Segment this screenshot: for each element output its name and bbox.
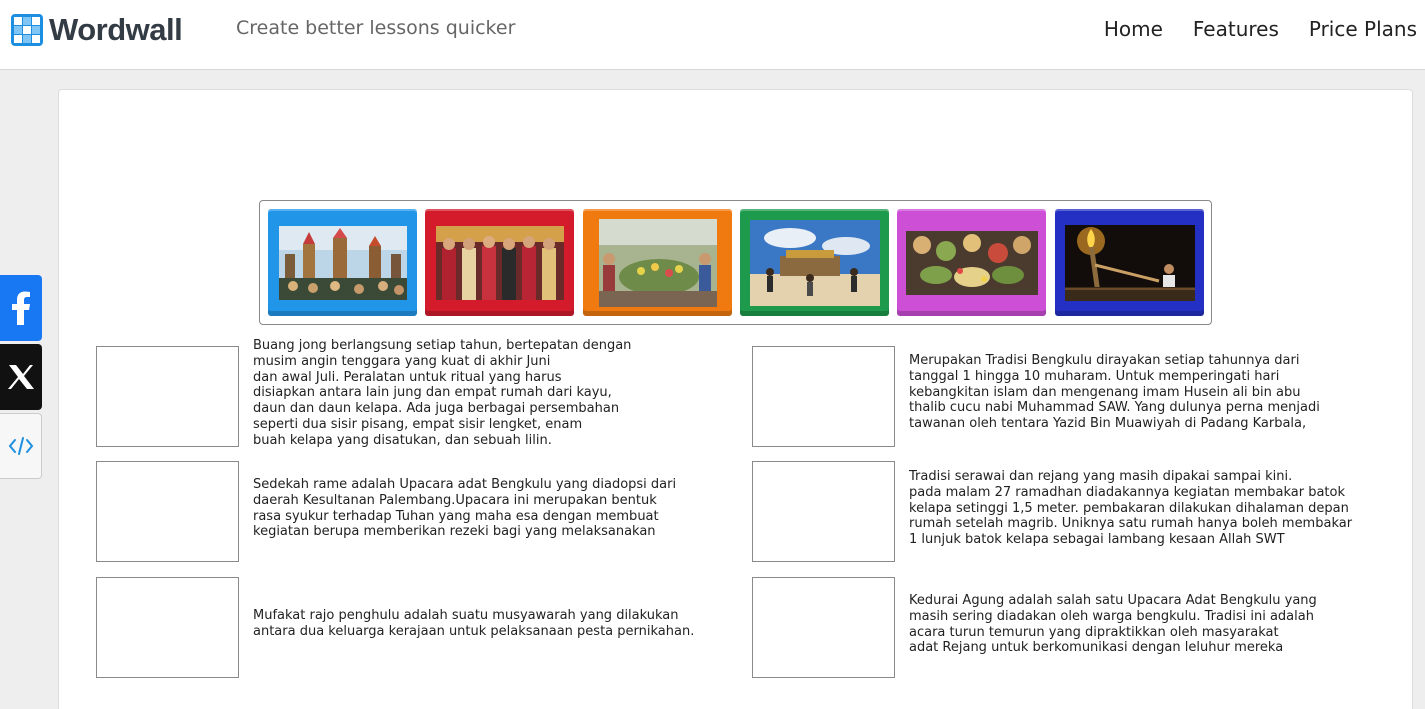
draggable-image-tile-2[interactable] — [425, 209, 574, 316]
festival-towers-photo — [278, 225, 407, 300]
draggable-image-tile-4[interactable] — [740, 209, 889, 316]
embed-code-icon — [8, 437, 33, 455]
description-3: Sedekah rame adalah Upacara adat Bengkul… — [253, 477, 677, 540]
nav-features[interactable]: Features — [1193, 17, 1279, 41]
wordwall-logo[interactable]: Wordwall — [11, 12, 201, 47]
draggable-image-tile-1[interactable] — [268, 209, 417, 316]
facebook-icon — [12, 291, 30, 325]
nav-home[interactable]: Home — [1104, 17, 1163, 41]
x-share-button[interactable] — [0, 344, 42, 410]
tagline: Create better lessons quicker — [236, 17, 516, 39]
description-5: Mufakat rajo penghulu adalah suatu musya… — [253, 608, 695, 639]
drop-slot-4[interactable] — [752, 461, 895, 562]
description-4: Tradisi serawai dan rejang yang masih di… — [909, 469, 1353, 548]
embed-button[interactable] — [0, 413, 42, 479]
drop-slot-5[interactable] — [96, 577, 239, 678]
description-6: Kedurai Agung adalah salah satu Upacara … — [909, 593, 1317, 656]
description-2: Merupakan Tradisi Bengkulu dirayakan set… — [909, 353, 1320, 432]
offerings-crowd-photo — [598, 218, 717, 307]
draggable-image-tile-6[interactable] — [1055, 209, 1204, 316]
facebook-share-button[interactable] — [0, 275, 42, 341]
night-torch-photo — [1064, 224, 1195, 301]
beach-ritual-photo — [749, 219, 880, 306]
drop-slot-6[interactable] — [752, 577, 895, 678]
drop-slot-1[interactable] — [96, 346, 239, 447]
draggable-image-tile-3[interactable] — [583, 209, 732, 316]
traditional-dress-group-photo — [435, 225, 564, 300]
nav-price-plans[interactable]: Price Plans — [1309, 17, 1417, 41]
drop-slot-2[interactable] — [752, 346, 895, 447]
main-nav: Home Features Price Plans — [1104, 17, 1417, 41]
logo-text: Wordwall — [49, 12, 183, 47]
wordwall-logo-icon — [11, 14, 43, 46]
x-icon — [8, 365, 34, 389]
top-header: Wordwall Create better lessons quicker H… — [0, 0, 1425, 70]
image-tray — [259, 200, 1212, 325]
drop-slot-3[interactable] — [96, 461, 239, 562]
food-offerings-photo — [905, 230, 1038, 295]
description-1: Buang jong berlangsung setiap tahun, ber… — [253, 338, 632, 448]
draggable-image-tile-5[interactable] — [897, 209, 1046, 316]
